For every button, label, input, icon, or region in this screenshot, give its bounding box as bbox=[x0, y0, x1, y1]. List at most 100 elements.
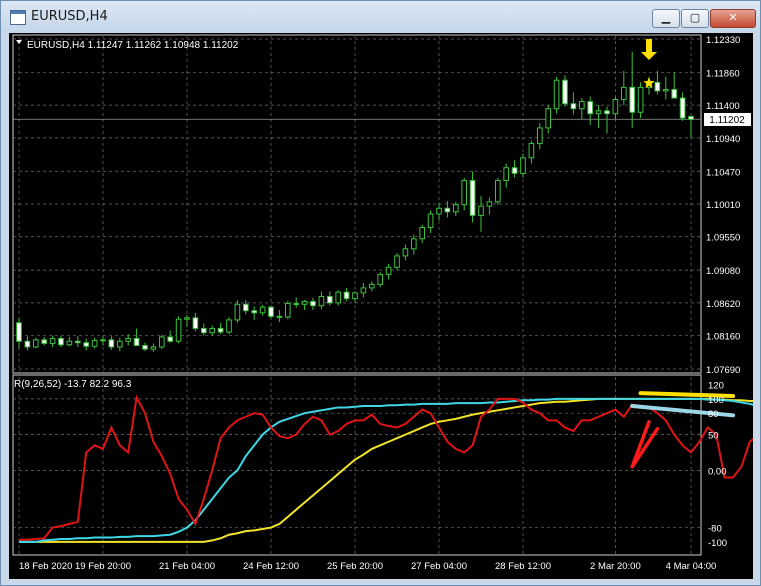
time-axis-tick: 21 Feb 04:00 bbox=[159, 561, 215, 572]
candle-body bbox=[276, 315, 283, 318]
candle-body bbox=[536, 127, 543, 145]
collapse-triangle-icon[interactable] bbox=[16, 40, 22, 44]
candle-body bbox=[570, 103, 577, 110]
candle-body bbox=[108, 339, 115, 348]
candle-body bbox=[125, 337, 132, 342]
minimize-button[interactable]: ▁ bbox=[652, 9, 680, 28]
candle-body bbox=[200, 327, 207, 334]
candle-body bbox=[671, 88, 678, 99]
indicator-axis-tick: 50 bbox=[708, 431, 719, 442]
indicator-panel-frame bbox=[12, 374, 702, 556]
candle-body bbox=[83, 342, 90, 347]
candle-body bbox=[142, 345, 148, 350]
candle-body bbox=[604, 110, 610, 115]
candle-body bbox=[116, 340, 123, 348]
candle-body bbox=[562, 79, 568, 105]
candle-body bbox=[461, 180, 468, 206]
price-info-label: EURUSD,H4 1.11247 1.11262 1.10948 1.1120… bbox=[27, 40, 239, 51]
candle-body bbox=[268, 306, 274, 317]
price-axis-tick: 1.11860 bbox=[706, 68, 740, 79]
candle-body bbox=[301, 300, 308, 305]
candle-body bbox=[16, 322, 22, 342]
price-axis-tick: 1.08160 bbox=[706, 332, 740, 343]
candle-body bbox=[284, 303, 291, 318]
candle-body bbox=[629, 86, 636, 113]
candle-body bbox=[58, 337, 64, 346]
candle-body bbox=[150, 346, 157, 350]
indicator-axis-tick: -100 bbox=[708, 538, 727, 549]
candle-body bbox=[133, 337, 140, 347]
candle-body bbox=[259, 306, 266, 314]
candle-body bbox=[66, 340, 73, 346]
candle-body bbox=[620, 86, 627, 100]
candle-body bbox=[587, 101, 594, 115]
candle-body bbox=[595, 110, 602, 115]
candle-body bbox=[545, 108, 552, 129]
candle-body bbox=[494, 180, 501, 203]
candle-body bbox=[662, 88, 669, 92]
price-axis-tick: 1.09080 bbox=[706, 266, 740, 277]
indicator-axis-tick: 80 bbox=[708, 409, 719, 420]
candle-body bbox=[553, 79, 560, 110]
time-axis-tick: 25 Feb 20:00 bbox=[327, 561, 383, 572]
candle-body bbox=[352, 292, 358, 300]
indicator-label: R(9,26,52) -13.7 82.2 96.3 bbox=[14, 379, 132, 390]
maximize-button[interactable]: ▢ bbox=[681, 9, 709, 28]
candle-body bbox=[217, 327, 224, 333]
candle-body bbox=[486, 201, 493, 207]
candle-body bbox=[360, 287, 367, 294]
price-axis-tick: 1.09550 bbox=[706, 233, 740, 244]
candle-body bbox=[74, 340, 81, 344]
candle-body bbox=[234, 303, 241, 321]
price-axis-tick: 1.10010 bbox=[706, 200, 740, 211]
chart-area[interactable]: 1.12330 1.11860 1.11400 1.10940 1.10470 1.100… bbox=[9, 33, 761, 579]
title-bar[interactable]: EURUSD,H4 ▁ ▢ ✕ bbox=[1, 1, 760, 33]
chart-window-icon bbox=[10, 10, 26, 25]
candle-body bbox=[520, 157, 526, 174]
candle-body bbox=[385, 266, 392, 275]
time-axis-tick: 2 Mar 20:00 bbox=[590, 561, 641, 572]
price-axis-tick: 1.12330 bbox=[706, 35, 740, 46]
time-axis-tick: 24 Feb 12:00 bbox=[243, 561, 299, 572]
candle-body bbox=[335, 291, 342, 304]
candle-body bbox=[394, 255, 400, 268]
indicator-lines bbox=[19, 394, 761, 543]
down-arrow-icon bbox=[641, 39, 657, 60]
current-price-value: 1.11202 bbox=[709, 115, 745, 126]
candle-body bbox=[158, 336, 165, 348]
red-divergence-mark bbox=[630, 419, 660, 469]
candle-body bbox=[503, 167, 510, 182]
candle-body bbox=[368, 283, 375, 289]
candle-body bbox=[469, 180, 476, 216]
candle-body bbox=[251, 310, 258, 314]
candle-body bbox=[41, 339, 48, 344]
candle-body bbox=[402, 248, 409, 257]
indicator-axis-tick: 120 bbox=[708, 381, 724, 392]
candle-body bbox=[167, 336, 174, 342]
candle-body bbox=[637, 86, 644, 113]
candle-body bbox=[209, 327, 216, 334]
chart-svg[interactable]: 1.12330 1.11860 1.11400 1.10940 1.10470 1.100… bbox=[9, 33, 761, 579]
indicator-axis-tick: -80 bbox=[708, 524, 722, 535]
candle-body bbox=[419, 226, 426, 240]
time-axis-tick: 28 Feb 12:00 bbox=[495, 561, 551, 572]
price-axis-tick: 1.10940 bbox=[706, 134, 740, 145]
chart-window: EURUSD,H4 ▁ ▢ ✕ 1.12330 1.11860 1.11400 1.1… bbox=[0, 0, 761, 586]
candle-body bbox=[310, 300, 316, 307]
candle-body bbox=[452, 204, 459, 213]
candle-body bbox=[343, 291, 350, 300]
candle-body bbox=[100, 339, 106, 342]
candle-body bbox=[654, 81, 661, 92]
price-axis-tick: 1.08620 bbox=[706, 299, 740, 310]
candle-body bbox=[612, 98, 619, 115]
candle-body bbox=[242, 303, 249, 312]
candle-body bbox=[91, 340, 98, 347]
candle-body bbox=[32, 339, 39, 348]
candle-body bbox=[410, 238, 417, 250]
close-button[interactable]: ✕ bbox=[710, 9, 756, 28]
candle-body bbox=[175, 318, 182, 342]
candle-body bbox=[436, 207, 442, 215]
candle-body bbox=[318, 295, 325, 307]
window-title: EURUSD,H4 bbox=[31, 9, 108, 24]
price-axis-tick: 1.10470 bbox=[706, 167, 740, 178]
